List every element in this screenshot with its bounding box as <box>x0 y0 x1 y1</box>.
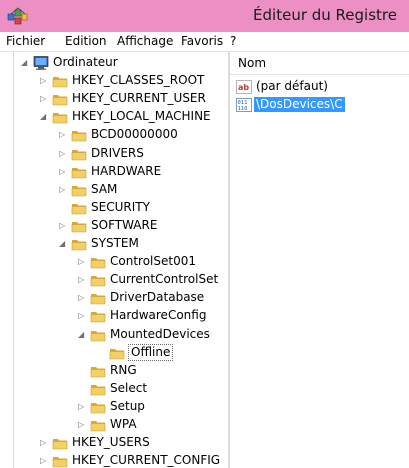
expand-arrow-icon[interactable]: ▷ <box>78 293 86 303</box>
tree-node-label: SECURITY <box>91 199 150 214</box>
tree-node-label: ControlSet001 <box>110 254 196 269</box>
column-header[interactable]: Nom <box>230 52 409 75</box>
expand-arrow-icon[interactable]: ▷ <box>78 420 86 430</box>
tree-node-label: CurrentControlSet <box>110 272 219 287</box>
expand-arrow-icon[interactable]: ▷ <box>40 456 48 466</box>
folder-icon <box>71 164 87 180</box>
collapse-arrow-icon[interactable]: ◢ <box>40 112 48 122</box>
expand-arrow-icon[interactable]: ▷ <box>40 94 48 104</box>
expand-arrow-icon[interactable]: ▷ <box>78 257 86 267</box>
value-row-selected[interactable]: 011 110 \DosDevices\C <box>236 96 406 114</box>
menu-edition[interactable]: Edition <box>65 34 107 48</box>
folder-icon <box>90 308 106 324</box>
expand-arrow-icon[interactable]: ▷ <box>59 185 67 195</box>
collapse-arrow-icon[interactable]: ◢ <box>21 58 29 68</box>
svg-text:110: 110 <box>238 106 248 112</box>
tree-node-label: Select <box>110 380 148 395</box>
tree-node-label: SYSTEM <box>91 236 139 250</box>
folder-icon <box>90 381 106 397</box>
folder-icon <box>71 236 87 252</box>
title-bar[interactable]: Éditeur du Registre <box>0 0 409 32</box>
menu-affichage[interactable]: Affichage <box>117 34 173 48</box>
expand-arrow-icon[interactable]: ▷ <box>59 149 67 159</box>
expand-arrow-icon[interactable]: ▷ <box>78 402 86 412</box>
menu-bar: Fichier Edition Affichage Favoris ? <box>0 32 409 52</box>
expand-arrow-icon[interactable]: ▷ <box>78 311 86 321</box>
tree-node-label: HardwareConfig <box>110 308 207 323</box>
tree-node-label: Setup <box>110 398 145 413</box>
menu-fichier[interactable]: Fichier <box>6 34 45 48</box>
tree-node-label: HARDWARE <box>91 163 162 178</box>
folder-icon <box>71 127 87 143</box>
window-title: Éditeur du Registre <box>253 6 397 24</box>
value-name: (par défaut) <box>256 79 328 93</box>
tree-node-label: HKEY_CURRENT_USER <box>72 91 206 106</box>
folder-icon <box>90 399 106 415</box>
svg-text:ab: ab <box>238 83 249 92</box>
expand-arrow-icon[interactable]: ▷ <box>59 167 67 177</box>
tree-node-label: SOFTWARE <box>91 217 158 232</box>
tree-node-label: HKEY_LOCAL_MACHINE <box>72 109 211 124</box>
folder-icon <box>71 182 87 198</box>
folder-icon <box>71 200 87 216</box>
registry-tree[interactable]: ◢ Ordinateur ▷ HKEY_CLASSES_ROOT ▷ HKEY_CURRE… <box>0 52 228 468</box>
expand-arrow-icon[interactable]: ▷ <box>40 76 48 86</box>
tree-node-label: MountedDevices <box>110 326 210 341</box>
folder-icon <box>52 73 68 89</box>
folder-icon <box>52 91 68 107</box>
collapse-arrow-icon[interactable]: ◢ <box>59 239 67 249</box>
tree-node-label: BCD00000000 <box>91 127 178 142</box>
tree-node-label: RNG <box>110 362 137 377</box>
folder-icon <box>90 272 106 288</box>
expand-arrow-icon[interactable]: ▷ <box>40 438 48 448</box>
expand-arrow-icon[interactable]: ▷ <box>78 275 86 285</box>
collapse-arrow-icon[interactable]: ◢ <box>78 330 86 340</box>
folder-icon <box>90 290 106 306</box>
folder-icon <box>90 327 106 343</box>
tree-node-label: DRIVERS <box>91 145 144 160</box>
registry-editor-icon <box>6 6 28 26</box>
value-row[interactable]: ab (par défaut) <box>236 78 406 96</box>
folder-icon <box>90 363 106 379</box>
expand-arrow-icon[interactable]: ▷ <box>59 221 67 231</box>
folder-icon <box>52 435 68 451</box>
tree-node-label: DriverDatabase <box>110 290 205 305</box>
tree-node-label: HKEY_CLASSES_ROOT <box>72 73 205 88</box>
tree-node-label: Offline <box>128 343 174 361</box>
binary-value-icon: 011 110 <box>236 97 252 113</box>
folder-icon <box>71 146 87 162</box>
tree-node-label: HKEY_CURRENT_CONFIG <box>72 453 221 468</box>
tree-node-label: HKEY_USERS <box>72 435 150 450</box>
tree-node-label: SAM <box>91 181 118 196</box>
folder-icon <box>90 417 106 433</box>
folder-icon <box>71 218 87 234</box>
folder-icon <box>109 345 125 361</box>
tree-node-label: Ordinateur <box>53 55 118 69</box>
expand-arrow-icon[interactable]: ▷ <box>59 130 67 140</box>
menu-favoris[interactable]: Favoris <box>181 34 223 48</box>
menu-help[interactable]: ? <box>230 34 236 48</box>
value-name: \DosDevices\C <box>254 97 345 112</box>
values-list[interactable]: Nom ab (par défaut) 011 110 \DosDevices\… <box>230 52 409 468</box>
column-header-name[interactable]: Nom <box>238 56 266 70</box>
folder-icon <box>90 254 106 270</box>
folder-icon <box>52 109 68 125</box>
computer-icon <box>33 55 49 71</box>
string-value-icon: ab <box>236 79 252 95</box>
tree-node-label: WPA <box>110 417 137 431</box>
folder-icon <box>52 453 68 468</box>
tree-gutter-line <box>13 52 14 468</box>
